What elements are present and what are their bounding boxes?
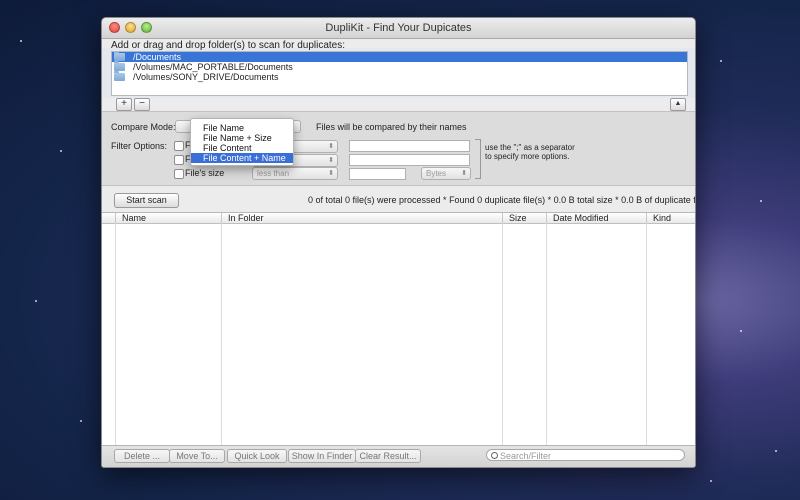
size-condition-value: less than [257,169,290,178]
separator-hint-2: to specify more options. [485,152,570,161]
star [80,420,82,422]
menu-item-file-content-name[interactable]: File Content + Name [191,153,293,163]
folder-path: /Documents [133,52,182,62]
window-controls [109,22,152,33]
window-title: DupliKit - Find Your Dupicates [325,22,472,34]
column-header-date[interactable]: Date Modified [546,213,646,223]
folder-icon [114,52,125,61]
search-icon [491,452,498,459]
column-header-kind[interactable]: Kind [646,213,695,223]
folder-icon [114,71,125,81]
folder-row[interactable]: /Volumes/MAC_PORTABLE/Documents [112,61,687,72]
results-table[interactable]: Name In Folder Size Date Modified Kind [102,212,695,445]
popup-arrow-icon: ⬍ [328,157,334,164]
popup-arrow-icon: ⬍ [328,170,334,177]
star [720,60,722,62]
star [35,300,37,302]
folder-path: /Volumes/MAC_PORTABLE/Documents [133,62,293,72]
compare-mode-menu: File Name File Name + Size File Content … [190,118,294,166]
clear-result-button[interactable]: Clear Result... [355,449,421,463]
quick-look-button[interactable]: Quick Look [227,449,287,463]
compare-mode-label: Compare Mode: [111,122,176,132]
show-in-finder-button[interactable]: Show In Finder [288,449,356,463]
remove-folder-button[interactable]: − [134,98,150,111]
separator-bracket [475,139,481,179]
filter-options-label: Filter Options: [111,141,168,151]
zoom-window-button[interactable] [141,22,152,33]
size-value-field[interactable] [349,168,406,180]
close-window-button[interactable] [109,22,120,33]
star [775,450,777,452]
filter-label-size: File's size [185,168,225,178]
title-bar: DupliKit - Find Your Dupicates [102,18,695,39]
folder-icon [114,61,125,71]
search-placeholder: Search/Filter [500,451,552,461]
size-condition-popup[interactable]: less than ⬍ [252,167,338,180]
popup-arrow-icon: ⬍ [328,143,334,150]
delete-button[interactable]: Delete ... [114,449,170,463]
scan-status: 0 of total 0 file(s) were processed * Fo… [308,195,696,205]
menu-item-file-name-size[interactable]: File Name + Size [191,133,293,143]
collapse-button[interactable]: ▲ [670,98,686,111]
star [710,480,712,482]
folder-row[interactable]: /Volumes/SONY_DRIVE/Documents [112,71,687,82]
star [760,200,762,202]
folder-list[interactable]: /Documents /Volumes/MAC_PORTABLE/Documen… [111,51,688,96]
column-divider [502,223,503,445]
popup-arrow-icon: ⬍ [461,170,467,177]
folder-row[interactable]: /Documents [112,52,687,62]
folder-path: /Volumes/SONY_DRIVE/Documents [133,72,279,82]
search-field[interactable]: Search/Filter [486,449,685,461]
add-folder-button[interactable]: + [116,98,132,111]
star [740,330,742,332]
table-header: Name In Folder Size Date Modified Kind [102,213,695,224]
app-window: DupliKit - Find Your Dupicates Add or dr… [101,17,696,468]
column-divider [646,223,647,445]
star [60,150,62,152]
filter-checkbox-1[interactable] [174,141,184,151]
column-header-size[interactable]: Size [502,213,546,223]
size-unit-value: Bytes [426,169,447,178]
folder-instruction: Add or drag and drop folder(s) to scan f… [111,40,346,51]
separator-hint-1: use the ";" as a separator [485,143,575,152]
star [20,40,22,42]
size-unit-popup[interactable]: Bytes ⬍ [421,167,471,180]
menu-item-file-name[interactable]: File Name [191,123,293,133]
menu-item-file-content[interactable]: File Content [191,143,293,153]
compare-note: Files will be compared by their names [316,122,467,132]
column-divider [115,223,116,445]
filter-checkbox-size[interactable] [174,169,184,179]
column-header-folder[interactable]: In Folder [221,213,502,223]
action-bar: Delete ... Move To... Quick Look Show In… [102,445,695,467]
start-scan-button[interactable]: Start scan [114,193,179,208]
filter-checkbox-2[interactable] [174,155,184,165]
column-divider [546,223,547,445]
filter-value-field-1[interactable] [349,140,470,152]
minimize-window-button[interactable] [125,22,136,33]
filter-value-field-2[interactable] [349,154,470,166]
move-to-button[interactable]: Move To... [169,449,225,463]
column-header-name[interactable]: Name [115,213,221,223]
column-divider [221,223,222,445]
